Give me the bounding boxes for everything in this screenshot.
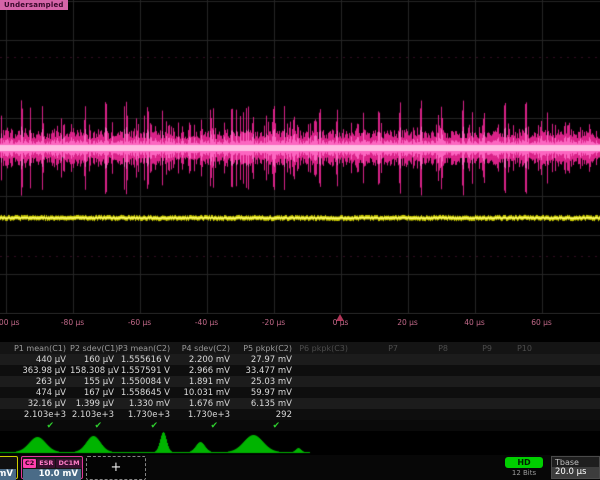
- c2-vertical-scale: 10.0 mV: [23, 469, 81, 480]
- time-tick-label: 60 µs: [531, 318, 552, 327]
- measurement-value: 292: [234, 410, 296, 420]
- measurement-value: 32.16 µV: [0, 399, 70, 409]
- measurement-value: 10.031 mV: [174, 388, 234, 398]
- parameter-header[interactable]: P10: [496, 344, 536, 353]
- timebase-label: Tbase: [552, 457, 599, 467]
- measurement-value: 474 µV: [0, 388, 70, 398]
- parameter-header[interactable]: P1 mean(C1): [0, 344, 70, 353]
- measurement-value: 1.891 mV: [174, 377, 234, 387]
- measurement-value: 1.730e+3: [118, 410, 174, 420]
- measurement-value: 155 µV: [70, 377, 118, 387]
- time-tick-label: 20 µs: [397, 318, 418, 327]
- trace-descriptor-bar: DC1M 10.0 mV C2 ESR DC1M 10.0 mV + HD 12…: [0, 455, 600, 480]
- channel-c2-descriptor-box[interactable]: C2 ESR DC1M 10.0 mV: [21, 456, 83, 479]
- measurement-value: 1.550084 V: [118, 377, 174, 387]
- measurement-value: 1.330 mV: [118, 399, 174, 409]
- measurement-value: 1.399 µV: [70, 399, 118, 409]
- measurement-value: 1.730e+3: [174, 410, 234, 420]
- parameter-header[interactable]: P8: [402, 344, 452, 353]
- time-tick-label: -60 µs: [128, 318, 151, 327]
- time-tick-label: -100 µs: [0, 318, 20, 327]
- measurement-row: 474 µV167 µV1.558645 V10.031 mV59.97 mV: [0, 387, 600, 398]
- add-trace-button[interactable]: +: [86, 456, 146, 480]
- measurement-table-body: 440 µV160 µV1.555616 V2.200 mV27.97 mV36…: [0, 354, 600, 420]
- parameter-histicon-strip[interactable]: [0, 431, 600, 455]
- parameter-header[interactable]: P4 sdev(C2): [174, 344, 234, 353]
- measurement-value: 2.966 mV: [174, 366, 234, 376]
- channel-c1-descriptor-box[interactable]: DC1M 10.0 mV: [0, 456, 18, 479]
- parameter-header[interactable]: P6 pkpk(C3): [296, 344, 352, 353]
- waveform-display[interactable]: [0, 0, 600, 314]
- parameter-header[interactable]: P9: [452, 344, 496, 353]
- time-axis: -100 µs -80 µs -60 µs -40 µs -20 µs 0 µs 20 µs…: [0, 314, 600, 342]
- measurement-value: 1.558645 V: [118, 388, 174, 398]
- measurement-row: 32.16 µV1.399 µV1.330 mV1.676 mV6.135 mV: [0, 398, 600, 409]
- time-tick-label: 40 µs: [464, 318, 485, 327]
- measurement-row: 263 µV155 µV1.550084 V1.891 mV25.03 mV: [0, 376, 600, 387]
- undersampled-warning-badge: Undersampled: [0, 0, 68, 10]
- measurement-value: 1.676 mV: [174, 399, 234, 409]
- measurement-value: 263 µV: [0, 377, 70, 387]
- parameter-header[interactable]: P5 pkpk(C2): [234, 344, 296, 353]
- oscilloscope-screen: Undersampled -100 µs -80 µs -60 µs -40 µs -2…: [0, 0, 600, 480]
- measurement-value: 1.555616 V: [118, 355, 174, 365]
- time-tick-label: -80 µs: [61, 318, 84, 327]
- measurement-value: 158.308 µV: [70, 366, 118, 376]
- measurement-value: 167 µV: [70, 388, 118, 398]
- measurement-status-row: ✔✔✔✔✔: [0, 420, 600, 431]
- measurement-value: 6.135 mV: [234, 399, 296, 409]
- timebase-value: 20.0 µs: [552, 467, 599, 478]
- measurement-value: 440 µV: [0, 355, 70, 365]
- timebase-descriptor-box[interactable]: Tbase 20.0 µs: [551, 456, 600, 479]
- status-check-icon: ✔: [174, 421, 234, 431]
- status-check-icon: ✔: [0, 421, 70, 431]
- status-check-icon: ✔: [234, 421, 296, 431]
- parameter-header[interactable]: P7: [352, 344, 402, 353]
- c1-vertical-scale: 10.0 mV: [0, 469, 16, 480]
- status-check-icon: ✔: [70, 421, 118, 431]
- status-check-icon: ✔: [118, 421, 174, 431]
- measurement-value: 59.97 mV: [234, 388, 296, 398]
- measurement-value: 2.103e+3: [0, 410, 70, 420]
- measurement-value: 2.103e+3: [70, 410, 118, 420]
- measurement-row: 440 µV160 µV1.555616 V2.200 mV27.97 mV: [0, 354, 600, 365]
- measurement-value: 1.557591 V: [118, 366, 174, 376]
- measurement-row: 2.103e+32.103e+31.730e+31.730e+3292: [0, 409, 600, 420]
- measurement-table-header: P1 mean(C1)P2 sdev(C1)P3 mean(C2)P4 sdev…: [0, 342, 600, 354]
- measurement-value: 2.200 mV: [174, 355, 234, 365]
- c2-esr-badge: ESR: [37, 459, 55, 468]
- parameter-header[interactable]: P2 sdev(C1): [70, 344, 118, 353]
- hd-bits-label: 12 Bits: [503, 469, 545, 477]
- measurement-value: 25.03 mV: [234, 377, 296, 387]
- measurement-row: 363.98 µV158.308 µV1.557591 V2.966 mV33.…: [0, 365, 600, 376]
- measurement-value: 33.477 mV: [234, 366, 296, 376]
- time-tick-label: 0 µs: [333, 318, 349, 327]
- hd-mode-badge[interactable]: HD: [505, 457, 543, 468]
- c2-channel-badge: C2: [23, 459, 36, 468]
- time-tick-label: -20 µs: [262, 318, 285, 327]
- measurement-table[interactable]: P1 mean(C1)P2 sdev(C1)P3 mean(C2)P4 sdev…: [0, 342, 600, 431]
- parameter-header[interactable]: P3 mean(C2): [118, 344, 174, 353]
- measurement-value: 363.98 µV: [0, 366, 70, 376]
- measurement-value: 160 µV: [70, 355, 118, 365]
- c2-coupling-badge: DC1M: [56, 459, 81, 468]
- measurement-value: 27.97 mV: [234, 355, 296, 365]
- time-tick-label: -40 µs: [195, 318, 218, 327]
